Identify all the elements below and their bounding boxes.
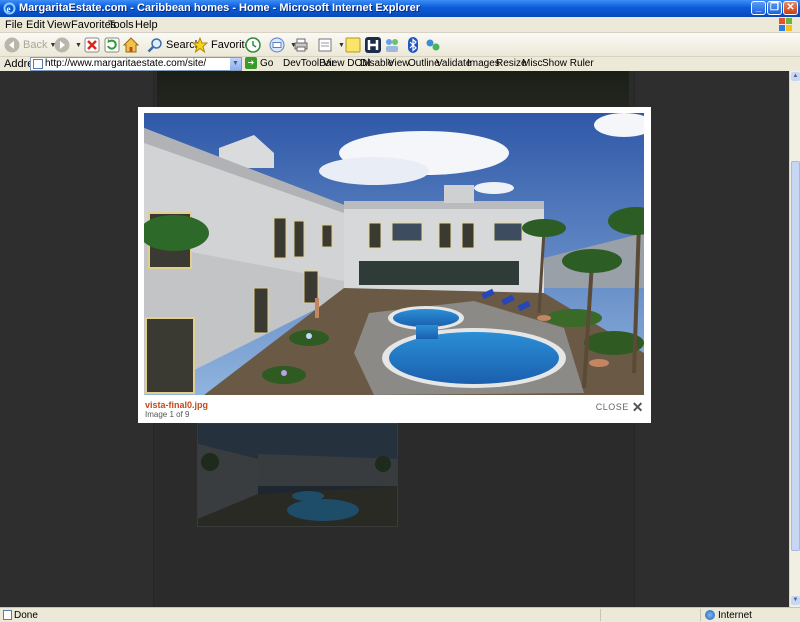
menu-file[interactable]: File (5, 19, 23, 31)
vertical-scrollbar[interactable]: ▲ ▼ (789, 71, 800, 607)
search-icon (147, 38, 162, 53)
home-button[interactable] (123, 36, 142, 54)
research-button[interactable] (365, 36, 384, 54)
maximize-button[interactable]: ❐ (767, 1, 782, 15)
notes-button[interactable] (345, 36, 364, 54)
home-icon (123, 37, 139, 53)
view-link[interactable]: View (388, 58, 410, 69)
menu-tools[interactable]: Tools (108, 19, 134, 31)
page-viewport: vista-final0.jpg Image 1 of 9 CLOSE ✕ (0, 71, 789, 607)
svg-text:e: e (7, 4, 11, 14)
messenger-icon (386, 39, 398, 52)
print-icon (294, 38, 308, 52)
print-button[interactable] (293, 36, 312, 54)
h-icon (365, 37, 381, 53)
villa-rendering-image (144, 113, 644, 395)
minimize-button[interactable]: _ (751, 1, 766, 15)
menu-edit[interactable]: Edit (26, 19, 45, 31)
status-bar: Done Internet (0, 607, 800, 622)
scroll-up-icon[interactable]: ▲ (791, 72, 800, 81)
lightbox-counter: Image 1 of 9 (145, 410, 190, 419)
sticky-note-icon (345, 37, 361, 53)
scrollbar-thumb[interactable] (791, 161, 800, 551)
back-arrow-icon (4, 37, 20, 53)
refresh-button[interactable] (104, 36, 123, 54)
history-button[interactable] (245, 36, 264, 54)
lightbox-caption: vista-final0.jpg (145, 400, 209, 410)
back-label: Back (23, 39, 48, 51)
bluetooth-icon (408, 37, 418, 53)
menu-help[interactable]: Help (135, 19, 158, 31)
status-text: Done (14, 610, 38, 621)
close-label: CLOSE (595, 402, 629, 412)
edit-button[interactable]: ▼ (317, 36, 345, 54)
refresh-icon (104, 37, 120, 53)
history-icon (245, 37, 261, 53)
bluetooth-button[interactable] (405, 36, 424, 54)
network-button[interactable] (425, 36, 444, 54)
status-divider (600, 609, 601, 621)
close-icon: ✕ (631, 399, 644, 415)
ie-logo-icon: e (3, 2, 16, 15)
outline-link[interactable]: Outline (408, 58, 440, 69)
go-button[interactable]: ➔ Go (245, 57, 273, 69)
go-arrow-icon: ➔ (245, 57, 257, 69)
back-button[interactable]: Back ▼ (4, 36, 56, 54)
menu-view[interactable]: View (47, 19, 71, 31)
close-window-button[interactable]: ✕ (783, 1, 798, 15)
forward-button[interactable]: ▼ (54, 36, 82, 54)
windows-logo-icon (779, 18, 792, 31)
background-hero-image (157, 71, 629, 107)
address-input[interactable]: http://www.margaritaestate.com/site/ ▼ (30, 57, 242, 71)
window-title: MargaritaEstate.com - Caribbean homes - … (19, 2, 420, 14)
lightbox-photo[interactable] (144, 113, 644, 395)
standard-toolbar: Back ▼ ▼ Search Favorites ▼ ▼ (0, 33, 800, 57)
address-bar: Address http://www.margaritaestate.com/s… (0, 57, 800, 71)
background-thumbnail (197, 423, 398, 527)
images-link[interactable]: Images (467, 58, 500, 69)
menu-bar: File Edit View Favorites Tools Help (0, 17, 800, 33)
status-divider (700, 609, 701, 621)
thumbnail-image (198, 424, 397, 526)
internet-zone-icon (705, 610, 715, 620)
network-icon (426, 39, 440, 51)
lightbox-dialog: vista-final0.jpg Image 1 of 9 CLOSE ✕ (138, 107, 651, 423)
title-bar: e MargaritaEstate.com - Caribbean homes … (0, 0, 800, 17)
forward-dropdown-icon[interactable]: ▼ (75, 42, 82, 49)
stop-button[interactable] (84, 36, 103, 54)
favorites-star-icon (192, 37, 208, 53)
page-icon (33, 59, 43, 69)
show-ruler-link[interactable]: Show Ruler (542, 58, 594, 69)
lightbox-close-button[interactable]: CLOSE ✕ (595, 399, 644, 415)
security-zone-label: Internet (718, 610, 752, 621)
edit-dropdown-icon[interactable]: ▼ (338, 42, 345, 49)
scroll-down-icon[interactable]: ▼ (791, 596, 800, 605)
go-label: Go (260, 57, 274, 69)
address-url[interactable]: http://www.margaritaestate.com/site/ (45, 58, 206, 69)
page-status-icon (3, 610, 12, 620)
address-dropdown-icon[interactable]: ▼ (230, 58, 241, 70)
messenger-button[interactable] (384, 36, 403, 54)
forward-arrow-icon (54, 37, 70, 53)
mail-icon (269, 37, 285, 53)
browser-window: e MargaritaEstate.com - Caribbean homes … (0, 0, 800, 622)
misc-link[interactable]: Misc (522, 58, 543, 69)
stop-icon (84, 37, 100, 53)
edit-page-icon (318, 38, 332, 52)
